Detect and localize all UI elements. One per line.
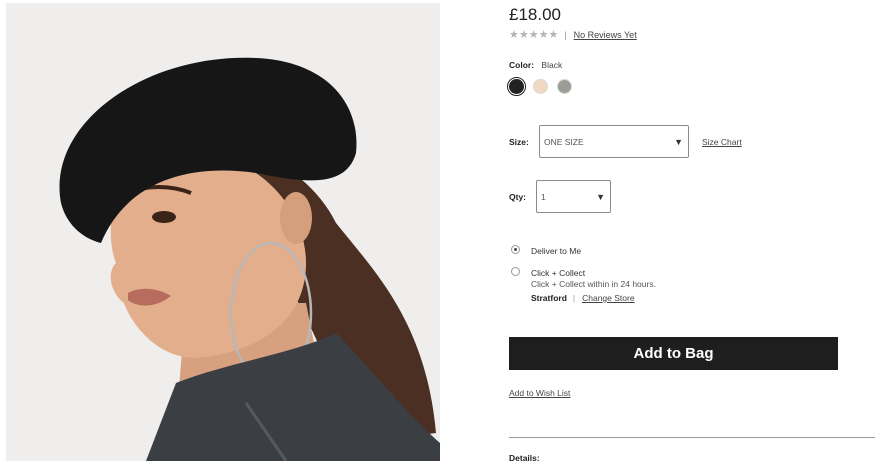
add-to-wish-list-link[interactable]: Add to Wish List	[509, 388, 570, 398]
reviews-link[interactable]: No Reviews Yet	[574, 30, 637, 40]
swatch-grey[interactable]	[557, 79, 572, 94]
collect-note: Click + Collect within in 24 hours.	[531, 279, 656, 289]
color-selected-value: Black	[541, 60, 563, 70]
radio-deliver[interactable]	[511, 245, 520, 254]
deliver-label: Deliver to Me	[531, 246, 582, 256]
change-store-link[interactable]: Change Store	[582, 293, 634, 303]
color-row: Color: Black	[509, 60, 562, 70]
swatch-black[interactable]	[507, 77, 526, 96]
rating-row: ★★★★★ | No Reviews Yet	[509, 28, 637, 41]
product-price: £18.00	[509, 5, 561, 24]
qty-select-value: 1	[541, 191, 546, 202]
qty-select[interactable]: 1 ▼	[536, 180, 611, 213]
radio-collect[interactable]	[511, 267, 520, 276]
rating-stars: ★★★★★	[509, 29, 559, 41]
chevron-down-icon: ▼	[596, 191, 605, 202]
product-image[interactable]	[6, 3, 440, 461]
separator: |	[564, 29, 567, 40]
store-row: Stratford | Change Store	[531, 293, 635, 303]
size-label: Size:	[509, 137, 529, 147]
color-label: Color:	[509, 60, 535, 70]
add-to-bag-button[interactable]: Add to Bag	[509, 337, 838, 370]
size-select-value: ONE SIZE	[544, 136, 584, 147]
separator: |	[572, 293, 576, 303]
store-name: Stratford	[531, 293, 567, 303]
qty-label: Qty:	[509, 192, 526, 202]
swatch-cream[interactable]	[533, 79, 548, 94]
size-select[interactable]: ONE SIZE ▼	[539, 125, 689, 158]
color-swatches	[507, 77, 572, 96]
size-chart-link[interactable]: Size Chart	[702, 137, 742, 147]
collect-label: Click + Collect	[531, 268, 586, 278]
details-heading[interactable]: Details:	[509, 453, 540, 463]
chevron-down-icon: ▼	[674, 136, 683, 147]
divider	[509, 437, 875, 438]
